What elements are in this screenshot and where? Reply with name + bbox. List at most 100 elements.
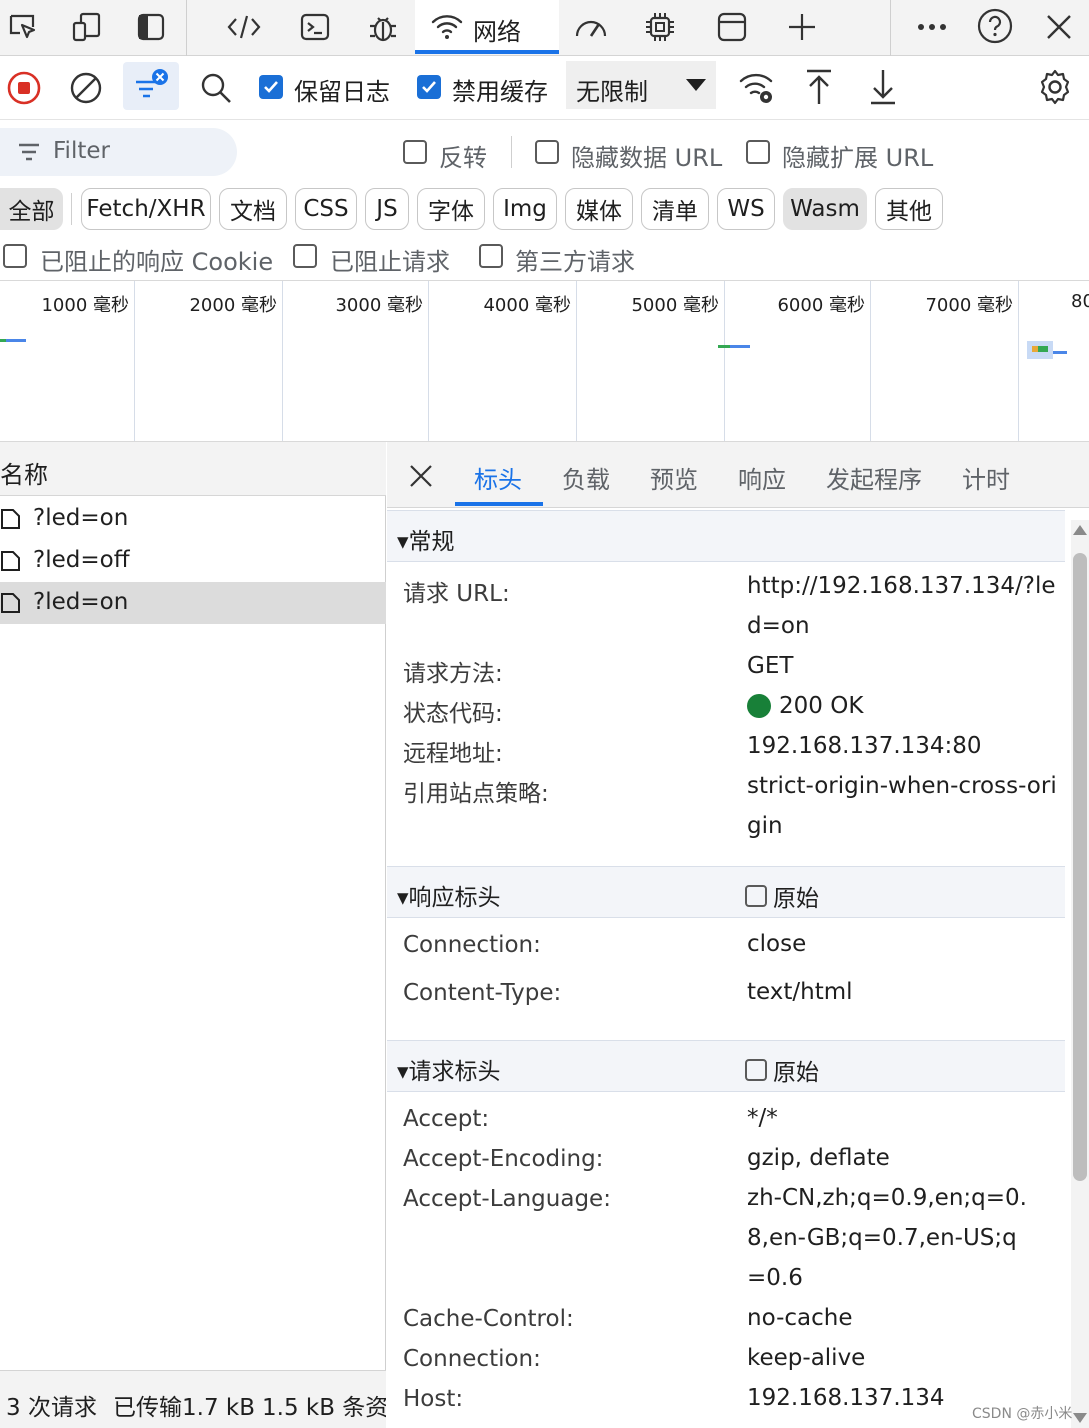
timeline-bar [1038,346,1048,352]
sources-bug-icon[interactable] [362,8,404,46]
filter-input[interactable]: Filter [0,128,237,176]
tab-initiator[interactable]: 发起程序 [826,460,922,495]
tab-response[interactable]: 响应 [738,460,786,495]
header-key: 请求 URL: [403,581,510,607]
response-headers-title: ▾响应标头 [397,885,501,911]
filter-toggle-button[interactable] [123,62,179,110]
raw-checkbox[interactable] [745,1059,767,1081]
request-headers-title: ▾请求标头 [397,1059,501,1085]
request-name: ?led=on [33,505,129,531]
type-filter-css[interactable]: CSS [295,188,357,230]
type-filter-other[interactable]: 其他 [875,188,943,230]
more-tools-plus-icon[interactable] [782,8,822,46]
type-filter-js[interactable]: JS [365,188,409,230]
tab-headers[interactable]: 标头 [474,460,522,495]
header-value: close [747,931,807,957]
header-value: no-cache [747,1305,853,1331]
type-filter-fetch-xhr[interactable]: Fetch/XHR [81,188,211,230]
elements-tab-icon[interactable] [224,8,264,46]
throttling-value: 无限制 [576,78,648,106]
transferred-size: 已传输1.7 kB [113,1395,255,1421]
devtools-tool-tabbar: 网络 [0,0,1089,56]
filter-active-icon [133,68,173,104]
filter-icon [16,140,42,164]
response-headers-section-header[interactable]: ▾响应标头 原始 [387,866,1065,918]
disable-cache-checkbox[interactable] [417,75,441,99]
details-scrollbar[interactable] [1071,520,1089,1428]
tab-network[interactable]: 网络 [415,0,559,54]
memory-chip-icon[interactable] [640,8,680,46]
device-emulation-icon[interactable] [68,8,106,46]
export-har-icon[interactable] [864,66,902,108]
request-row[interactable]: ?led=off [0,540,386,582]
status-ok-dot-icon [747,694,771,718]
hide-extension-urls-checkbox[interactable] [746,140,770,164]
timeline-bar [718,345,730,348]
response-raw-toggle[interactable]: 原始 [745,879,819,913]
general-section-header[interactable]: ▾常规 [387,510,1065,562]
request-list-header[interactable]: 名称 [0,442,386,496]
blocked-cookies-label: 已阻止的响应 Cookie [40,248,274,276]
type-filter-ws[interactable]: WS [717,188,775,230]
tab-preview[interactable]: 预览 [650,460,698,495]
invert-checkbox[interactable] [403,140,427,164]
timeline-bar [1053,351,1067,354]
timeline-label: 6000 毫秒 [777,295,865,316]
details-tabbar: 标头 负载 预览 响应 发起程序 计时 [387,442,1089,508]
tab-timing[interactable]: 计时 [962,460,1010,495]
throttling-select[interactable]: 无限制 [566,61,716,109]
header-value: keep-alive [747,1345,866,1371]
performance-gauge-icon[interactable] [570,8,612,46]
close-devtools-icon[interactable] [1040,8,1078,46]
document-file-icon [0,592,22,618]
request-method-value: GET [747,653,794,679]
raw-label: 原始 [773,886,819,912]
request-row-selected[interactable]: ?led=on [0,582,386,624]
blocked-cookies-checkbox[interactable] [3,244,27,268]
dock-side-icon[interactable] [132,8,170,46]
more-options-icon[interactable] [912,8,952,46]
type-filter-media[interactable]: 媒体 [565,188,633,230]
hide-data-urls-checkbox[interactable] [535,140,559,164]
document-file-icon [0,508,22,534]
type-filter-font[interactable]: 字体 [417,188,485,230]
network-overview-timeline[interactable]: 1000 毫秒 2000 毫秒 3000 毫秒 4000 毫秒 5000 毫秒 … [0,280,1089,442]
close-details-icon[interactable] [405,460,437,492]
scroll-thumb[interactable] [1073,553,1087,1181]
header-key: 远程地址: [403,741,503,767]
import-har-icon[interactable] [800,66,838,108]
settings-gear-icon[interactable] [1034,66,1076,108]
request-raw-toggle[interactable]: 原始 [745,1053,819,1087]
type-filter-doc[interactable]: 文档 [219,188,287,230]
inspect-element-icon[interactable] [4,8,42,46]
header-key: 请求方法: [403,661,503,687]
request-row[interactable]: ?led=on [0,498,386,540]
resources-size: 1.5 kB 条资源 [262,1395,386,1421]
type-filter-all[interactable]: 全部 [0,188,63,230]
blocked-requests-checkbox[interactable] [293,244,317,268]
network-conditions-icon[interactable] [736,66,778,108]
tab-payload[interactable]: 负载 [562,460,610,495]
record-stop-icon[interactable] [4,68,44,108]
third-party-checkbox[interactable] [479,244,503,268]
scroll-down-arrow-icon[interactable] [1071,1408,1089,1428]
console-tab-icon[interactable] [295,8,335,46]
type-filter-wasm[interactable]: Wasm [783,188,867,230]
raw-checkbox[interactable] [745,885,767,907]
type-filter-img[interactable]: Img [493,188,557,230]
header-key: Connection: [403,932,541,958]
search-icon[interactable] [196,68,236,108]
timeline-label: 80 [1071,291,1089,312]
preserve-log-checkbox[interactable] [259,75,283,99]
header-value: */* [747,1105,778,1131]
help-icon[interactable] [975,6,1015,46]
tab-network-label: 网络 [473,18,521,46]
type-filter-manifest[interactable]: 清单 [641,188,709,230]
timeline-label: 5000 毫秒 [631,295,719,316]
request-headers-section-header[interactable]: ▾请求标头 原始 [387,1040,1065,1092]
timeline-label: 1000 毫秒 [41,295,129,316]
header-value: text/html [747,979,853,1005]
clear-log-icon[interactable] [66,68,106,108]
application-panel-icon[interactable] [712,8,752,46]
scroll-up-arrow-icon[interactable] [1071,520,1089,540]
